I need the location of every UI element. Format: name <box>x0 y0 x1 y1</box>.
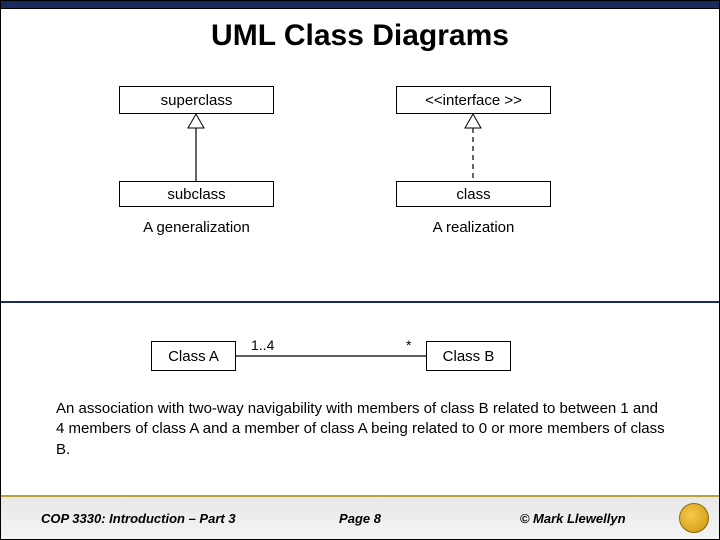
footer: COP 3330: Introduction – Part 3 Page 8 ©… <box>1 495 719 539</box>
box-superclass: superclass <box>119 86 274 114</box>
triangle-arrowhead-icon <box>465 114 481 128</box>
box-superclass-label: superclass <box>161 92 233 109</box>
box-class-a-label: Class A <box>168 348 219 365</box>
box-class: class <box>396 181 551 207</box>
box-class-b: Class B <box>426 341 511 371</box>
footer-copyright: © Mark Llewellyn <box>466 511 679 526</box>
footer-page: Page 8 <box>254 511 467 526</box>
top-bar <box>1 1 719 9</box>
caption-realization: A realization <box>396 219 551 236</box>
association-description: An association with two-way navigability… <box>56 399 666 460</box>
box-class-label: class <box>456 186 490 203</box>
multiplicity-left: 1..4 <box>251 337 274 353</box>
box-interface-label: <<interface >> <box>425 92 522 109</box>
box-subclass: subclass <box>119 181 274 207</box>
multiplicity-right: * <box>406 337 411 353</box>
box-class-b-label: Class B <box>443 348 495 365</box>
generalization-connector <box>119 114 274 181</box>
footer-course: COP 3330: Introduction – Part 3 <box>1 511 254 526</box>
triangle-arrowhead-icon <box>188 114 204 128</box>
divider-line <box>1 301 719 303</box>
realization-connector <box>396 114 551 181</box>
slide: UML Class Diagrams superclass subclass A… <box>0 0 720 540</box>
university-logo-icon <box>679 503 709 533</box>
caption-generalization: A generalization <box>119 219 274 236</box>
box-interface: <<interface >> <box>396 86 551 114</box>
box-class-a: Class A <box>151 341 236 371</box>
box-subclass-label: subclass <box>167 186 225 203</box>
